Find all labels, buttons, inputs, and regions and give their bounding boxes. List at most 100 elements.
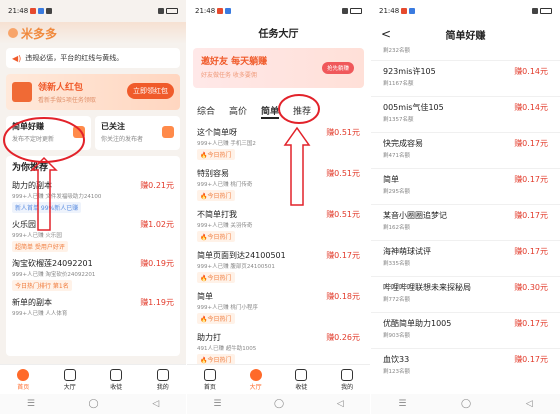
tab-mine-label: 我的: [341, 383, 354, 391]
notification-icon: [30, 8, 37, 14]
tab-mine[interactable]: 我的: [341, 368, 354, 391]
notice-bar[interactable]: ◀) 违规必惩，平台的红线与黄线。: [6, 48, 180, 68]
task-title: 923mis许105: [383, 67, 436, 76]
task-list-item[interactable]: 简单 赚0.17元 剩295名额: [371, 168, 560, 204]
hot-tag: 🔥今日热门: [197, 313, 235, 324]
task-list-item[interactable]: 哔哩哔哩联想未来探秘局 赚0.30元剩772名额: [371, 276, 560, 312]
page-header: < 简单好赚: [371, 22, 560, 46]
task-meta: 491人已赚 超牛助1005: [197, 346, 257, 352]
tab-home[interactable]: 首页: [203, 368, 216, 391]
task-meta: 999+人已赚 关羽传奇: [197, 223, 253, 229]
tab-hall[interactable]: 大厅: [63, 368, 76, 391]
category-tab[interactable]: 综合: [197, 104, 215, 119]
task-list-item[interactable]: 优酷简单助力1005 赚0.17元 剩903名额: [371, 312, 560, 348]
task-list-item[interactable]: 不简单打我 赚0.51元 999+人已赚 关羽传奇 🔥今日热门: [187, 205, 370, 246]
status-bar: 21:48: [187, 0, 370, 22]
task-reward: 赚0.17元: [514, 319, 548, 328]
signal-icon: [342, 8, 348, 14]
gift-icon: [110, 368, 123, 381]
task-row: 快完成容易 赚0.17元: [383, 138, 548, 149]
task-list-item[interactable]: 这个简单呀 赚0.51元 999+人已赚 手机三国2 🔥今日热门: [187, 123, 370, 164]
menu-icon[interactable]: ☰: [27, 399, 35, 409]
status-bar: 21:48: [0, 0, 186, 22]
task-title: 这个简单呀: [197, 128, 237, 137]
task-reward: 赚0.17元: [514, 247, 548, 256]
menu-icon[interactable]: ☰: [398, 399, 406, 409]
task-list-item[interactable]: 快完成容易 赚0.17元 剩471名额: [371, 132, 560, 168]
task-title: 简单: [197, 292, 213, 301]
hall-icon: [249, 368, 262, 381]
task-list-item[interactable]: 某音小圈圈追梦记 赚0.17元 剩162名额: [371, 204, 560, 240]
recommend-title: 为你推荐: [12, 163, 49, 173]
task-list-item[interactable]: 助力的副本 赚0.21元 999+人已赚 文件发福吸助力24100 新人首单 99%新…: [12, 177, 174, 216]
status-time: 21:48: [8, 7, 29, 15]
app-name: 米多多: [21, 26, 58, 41]
task-list-item[interactable]: 简单 赚0.18元 999+人已赚 桃门小程序 🔥今日热门: [187, 287, 370, 328]
bottom-tabbar: 首页 大厅 收徒 我的: [0, 364, 186, 394]
task-list-item[interactable]: 简单页面到达24100501 赚0.17元 999+人已赚 腹部页24100501 🔥…: [187, 246, 370, 287]
task-list-item[interactable]: 淘宝砍榴莲24092201 赚0.19元 999+人已赚 淘宝砍价24092201 今…: [12, 255, 174, 294]
task-list-item[interactable]: 海神萌球试评 赚0.17元 剩335名额: [371, 240, 560, 276]
task-reward: 赚0.17元: [514, 211, 548, 220]
notice-text: 违规必惩，平台的红线与黄线。: [25, 54, 124, 62]
tab-hall[interactable]: 大厅: [249, 368, 262, 391]
back-icon[interactable]: ◁: [152, 399, 159, 409]
invite-button[interactable]: 抢先躺赚: [321, 62, 354, 74]
system-nav: ☰ ◯ ◁: [371, 394, 560, 414]
hot-tag: 🔥今日热门: [197, 190, 235, 201]
new-user-redpack-banner[interactable]: 领新人红包 看新手做5项任务领取 立即领红包: [6, 74, 180, 110]
tab-apprentice[interactable]: 收徒: [295, 368, 308, 391]
task-row: 助力的副本 赚0.21元: [12, 180, 174, 191]
home-circle-icon[interactable]: ◯: [274, 399, 284, 409]
task-title: 哔哩哔哩联想未来探秘局: [383, 283, 471, 292]
task-reward: 赚0.21元: [140, 181, 174, 190]
task-row: 淘宝砍榴莲24092201 赚0.19元: [12, 258, 174, 269]
home-circle-icon[interactable]: ◯: [89, 399, 99, 409]
page-title: 简单好赚: [445, 30, 486, 42]
task-list-item[interactable]: 新单的副本 赚1.19元 999+人已赚 人人体育: [12, 294, 174, 320]
category-tab[interactable]: 简单: [261, 104, 280, 119]
first-item-meta: 剩232名额: [383, 48, 410, 54]
menu-icon[interactable]: ☰: [213, 399, 221, 409]
back-icon[interactable]: ◁: [337, 399, 344, 409]
task-list-item[interactable]: 特别容易 赚0.51元 999+人已赚 桃门传奇 🔥今日热门: [187, 164, 370, 205]
followed-icon: [162, 126, 174, 138]
task-title: 某音小圈圈追梦记: [383, 211, 447, 220]
task-reward: 赚0.51元: [326, 128, 360, 137]
home-circle-icon[interactable]: ◯: [461, 399, 471, 409]
invite-banner[interactable]: 邀好友 每天躺赚 好友做任务 收多要佣 抢先躺赚: [193, 48, 364, 88]
recommend-list: 为你推荐 助力的副本 赚0.21元 999+人已赚 文件发福吸助力24100 新人首单…: [6, 156, 180, 356]
hot-tag-label: 今日热门: [207, 357, 232, 364]
task-list-item[interactable]: 火乐园 赚1.02元 999+人已赚 火乐园 超简单 受用户好评: [12, 216, 174, 255]
task-row: 新单的副本 赚1.19元: [12, 297, 174, 308]
home-icon: [17, 368, 30, 381]
easy-earn-card[interactable]: 简单好赚 发布不定时更新: [6, 116, 91, 150]
gift-icon: [295, 368, 308, 381]
category-tab[interactable]: 高价: [229, 104, 247, 119]
tab-mine[interactable]: 我的: [156, 368, 169, 391]
task-title: 005mis气佳105: [383, 103, 444, 112]
task-list-item[interactable]: 助力打 赚0.26元 491人已赚 超牛助1005 🔥今日热门: [187, 328, 370, 369]
status-bar: 21:48: [371, 0, 560, 22]
easy-earn-panel: 21:48 < 简单好赚 剩232名额 923mis许105 赚0.14元 剩116…: [371, 0, 560, 414]
hot-tag: 🔥今日热门: [197, 231, 235, 242]
claim-redpack-button[interactable]: 立即领红包: [127, 83, 174, 99]
system-nav: ☰ ◯ ◁: [187, 394, 370, 414]
tab-home[interactable]: 首页: [17, 368, 30, 391]
task-meta: 剩772名额: [383, 297, 410, 303]
category-tab[interactable]: 推荐: [293, 104, 311, 119]
task-list-item[interactable]: 005mis气佳105 赚0.14元 剩1357名额: [371, 96, 560, 132]
task-meta: 剩903名额: [383, 333, 410, 339]
task-row: 哔哩哔哩联想未来探秘局 赚0.30元: [383, 282, 548, 293]
home-icon: [203, 368, 216, 381]
task-meta: 999+人已赚 桃门小程序: [197, 305, 258, 311]
hot-tag: 🔥今日热门: [197, 149, 235, 160]
task-list-item[interactable]: 血饮33 赚0.17元 剩123名额: [371, 348, 560, 384]
tab-apprentice[interactable]: 收徒: [110, 368, 123, 391]
back-arrow-icon[interactable]: <: [381, 27, 391, 41]
hot-tag-label: 今日热门: [207, 234, 232, 241]
back-icon[interactable]: ◁: [526, 399, 533, 409]
task-list-item[interactable]: 923mis许105 赚0.14元 剩1167名额: [371, 60, 560, 96]
task-reward: 赚0.19元: [140, 259, 174, 268]
followed-card[interactable]: 已关注 你关注的发布者: [95, 116, 180, 150]
